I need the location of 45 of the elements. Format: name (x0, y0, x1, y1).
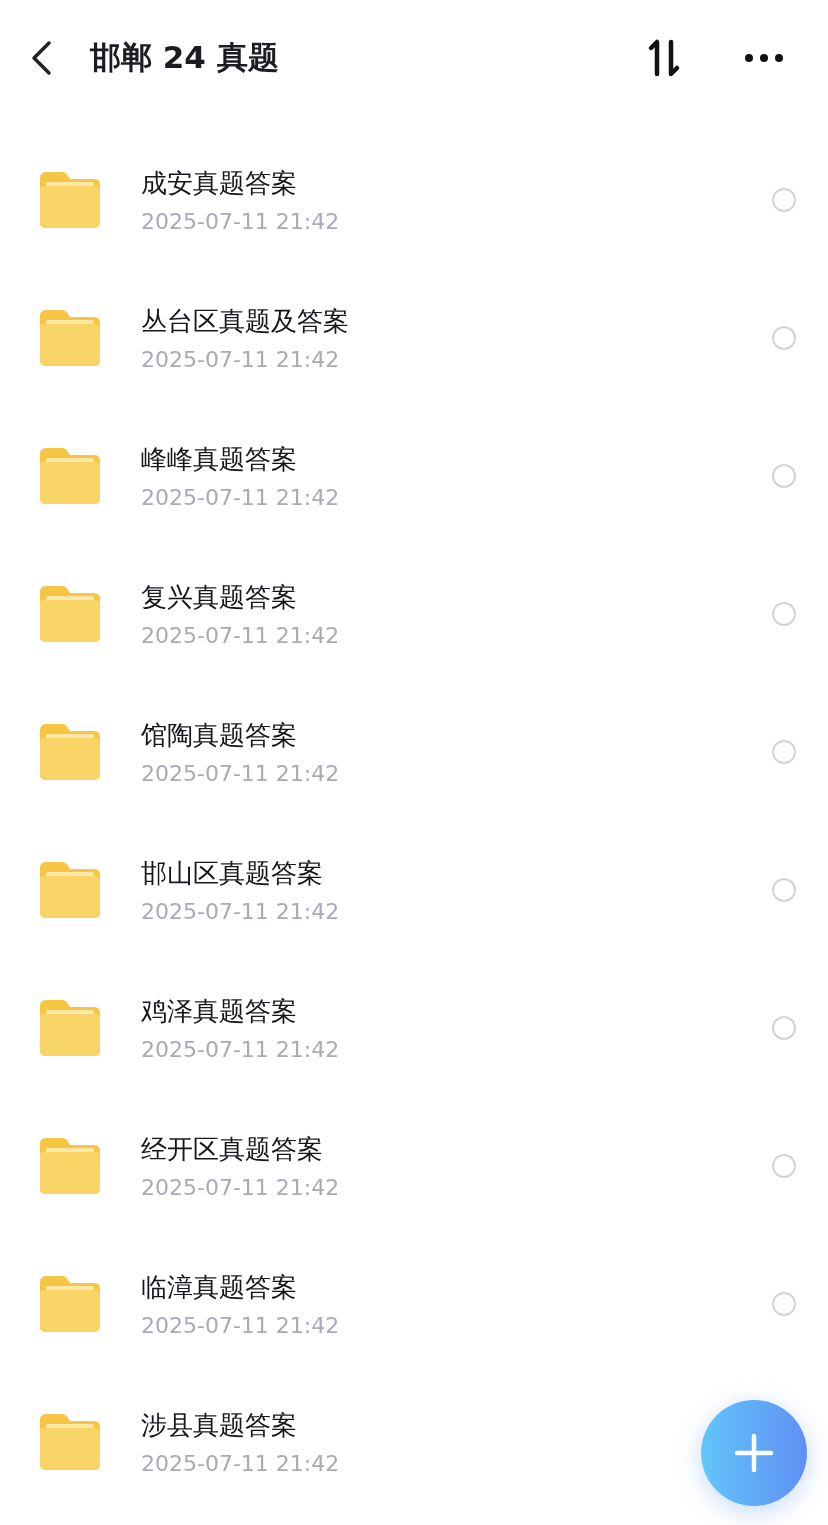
folder-name[interactable]: 峰峰真题答案 (141, 442, 297, 477)
select-radio[interactable] (772, 1292, 796, 1316)
modified-date: 2025-07-11 21:42 (141, 899, 340, 924)
folder-name[interactable]: 复兴真题答案 (141, 580, 297, 615)
folder-icon[interactable] (40, 724, 100, 780)
select-radio[interactable] (772, 878, 796, 902)
page-title: 邯郸 24 真题 (90, 37, 280, 77)
folder-icon[interactable] (40, 310, 100, 366)
plus-icon (734, 1433, 774, 1473)
modified-date: 2025-07-11 21:42 (141, 623, 340, 648)
modified-date: 2025-07-11 21:42 (141, 761, 340, 786)
folder-name[interactable]: 馆陶真题答案 (141, 718, 297, 753)
folder-name[interactable]: 丛台区真题及答案 (141, 304, 349, 339)
select-radio[interactable] (772, 740, 796, 764)
folder-name[interactable]: 经开区真题答案 (141, 1132, 323, 1167)
modified-date: 2025-07-11 21:42 (141, 209, 340, 234)
folder-icon[interactable] (40, 1276, 100, 1332)
modified-date: 2025-07-11 21:42 (141, 1175, 340, 1200)
modified-date: 2025-07-11 21:42 (141, 1037, 340, 1062)
select-radio[interactable] (772, 1154, 796, 1178)
add-button[interactable] (701, 1400, 807, 1506)
select-radio[interactable] (772, 602, 796, 626)
folder-icon[interactable] (40, 862, 100, 918)
select-radio[interactable] (772, 326, 796, 350)
folder-icon[interactable] (40, 1414, 100, 1470)
folder-name[interactable]: 涉县真题答案 (141, 1408, 297, 1443)
folder-name[interactable]: 成安真题答案 (141, 166, 297, 201)
folder-icon[interactable] (40, 172, 100, 228)
back-icon[interactable] (30, 39, 52, 76)
modified-date: 2025-07-11 21:42 (141, 347, 340, 372)
sort-icon[interactable] (646, 37, 682, 78)
folder-name[interactable]: 鸡泽真题答案 (141, 994, 297, 1029)
folder-icon[interactable] (40, 586, 100, 642)
folder-icon[interactable] (40, 448, 100, 504)
select-radio[interactable] (772, 1016, 796, 1040)
folder-name[interactable]: 临漳真题答案 (141, 1270, 297, 1305)
folder-icon[interactable] (40, 1000, 100, 1056)
folder-icon[interactable] (40, 1138, 100, 1194)
modified-date: 2025-07-11 21:42 (141, 485, 340, 510)
select-radio[interactable] (772, 464, 796, 488)
select-radio[interactable] (772, 188, 796, 212)
modified-date: 2025-07-11 21:42 (141, 1313, 340, 1338)
folder-name[interactable]: 邯山区真题答案 (141, 856, 323, 891)
modified-date: 2025-07-11 21:42 (141, 1451, 340, 1476)
more-icon[interactable] (744, 52, 784, 63)
